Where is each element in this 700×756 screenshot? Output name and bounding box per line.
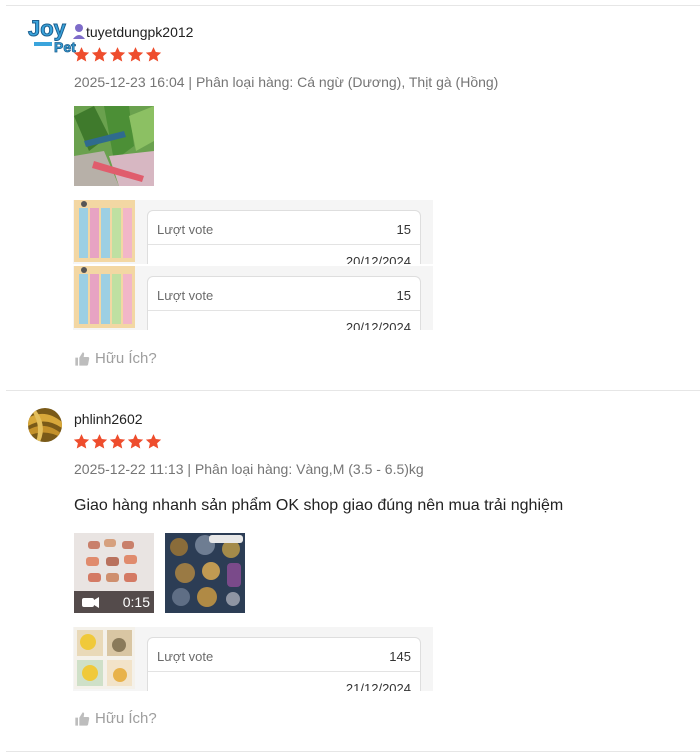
vote-count: 15 bbox=[396, 222, 411, 237]
vote-product-image bbox=[74, 200, 135, 262]
rating-stars bbox=[73, 46, 162, 64]
vote-card[interactable]: Lượt vote 15 20/12/2024 bbox=[73, 200, 433, 264]
star-icon bbox=[73, 47, 90, 62]
vote-date: 21/12/2024 bbox=[345, 681, 411, 691]
review-photo[interactable] bbox=[74, 106, 154, 186]
vote-count: 145 bbox=[389, 649, 411, 664]
thumbs-up-icon bbox=[75, 351, 90, 366]
review-item: Joy Pet tuyetdungpk2012 2025-12-23 16:04… bbox=[0, 0, 700, 390]
vote-date: 20/12/2024 bbox=[345, 320, 411, 330]
star-icon bbox=[91, 434, 108, 449]
star-icon bbox=[109, 47, 126, 62]
review-comment: Giao hàng nhanh sản phẩm OK shop giao đú… bbox=[74, 497, 564, 514]
star-icon bbox=[127, 434, 144, 449]
vote-divider bbox=[148, 671, 420, 672]
review-video[interactable]: 0:15 bbox=[74, 533, 154, 613]
vote-divider bbox=[148, 244, 420, 245]
avatar[interactable] bbox=[28, 408, 62, 442]
svg-text:Joy: Joy bbox=[28, 16, 67, 41]
video-duration: 0:15 bbox=[122, 594, 150, 610]
review-meta: 2025-12-22 11:13 | Phân loại hàng: Vàng,… bbox=[74, 461, 424, 477]
thumbs-up-icon bbox=[75, 711, 90, 726]
star-icon bbox=[145, 434, 162, 449]
vote-label: Lượt vote bbox=[157, 288, 214, 303]
review-username[interactable]: tuyetdungpk2012 bbox=[86, 24, 193, 40]
helpful-button[interactable]: Hữu Ích? bbox=[74, 350, 157, 367]
vote-info-box: Lượt vote 15 20/12/2024 bbox=[147, 210, 421, 264]
vote-card[interactable]: Lượt vote 15 20/12/2024 bbox=[73, 266, 433, 330]
review-item: phlinh2602 2025-12-22 11:13 | Phân loại … bbox=[0, 391, 700, 751]
helpful-button[interactable]: Hữu Ích? bbox=[74, 710, 157, 727]
vote-label: Lượt vote bbox=[157, 649, 214, 664]
review-username[interactable]: phlinh2602 bbox=[74, 411, 143, 427]
review-photo[interactable] bbox=[165, 533, 245, 613]
star-icon bbox=[127, 47, 144, 62]
vote-card[interactable]: Lượt vote 145 21/12/2024 bbox=[73, 627, 433, 691]
star-icon bbox=[109, 434, 126, 449]
star-icon bbox=[73, 434, 90, 449]
vote-date: 20/12/2024 bbox=[345, 254, 411, 264]
vote-info-box: Lượt vote 145 21/12/2024 bbox=[147, 637, 421, 691]
review-divider bbox=[6, 751, 700, 752]
vote-info-box: Lượt vote 15 20/12/2024 bbox=[147, 276, 421, 330]
star-icon bbox=[91, 47, 108, 62]
vote-label: Lượt vote bbox=[157, 222, 214, 237]
star-icon bbox=[145, 47, 162, 62]
helpful-label: Hữu Ích? bbox=[95, 710, 157, 727]
review-meta: 2025-12-23 16:04 | Phân loại hàng: Cá ng… bbox=[74, 74, 499, 90]
vote-product-image bbox=[74, 627, 135, 689]
rating-stars bbox=[73, 433, 162, 451]
vote-product-image bbox=[74, 266, 135, 328]
user-badge-icon bbox=[71, 22, 87, 40]
vote-divider bbox=[148, 310, 420, 311]
vote-count: 15 bbox=[396, 288, 411, 303]
helpful-label: Hữu Ích? bbox=[95, 350, 157, 367]
